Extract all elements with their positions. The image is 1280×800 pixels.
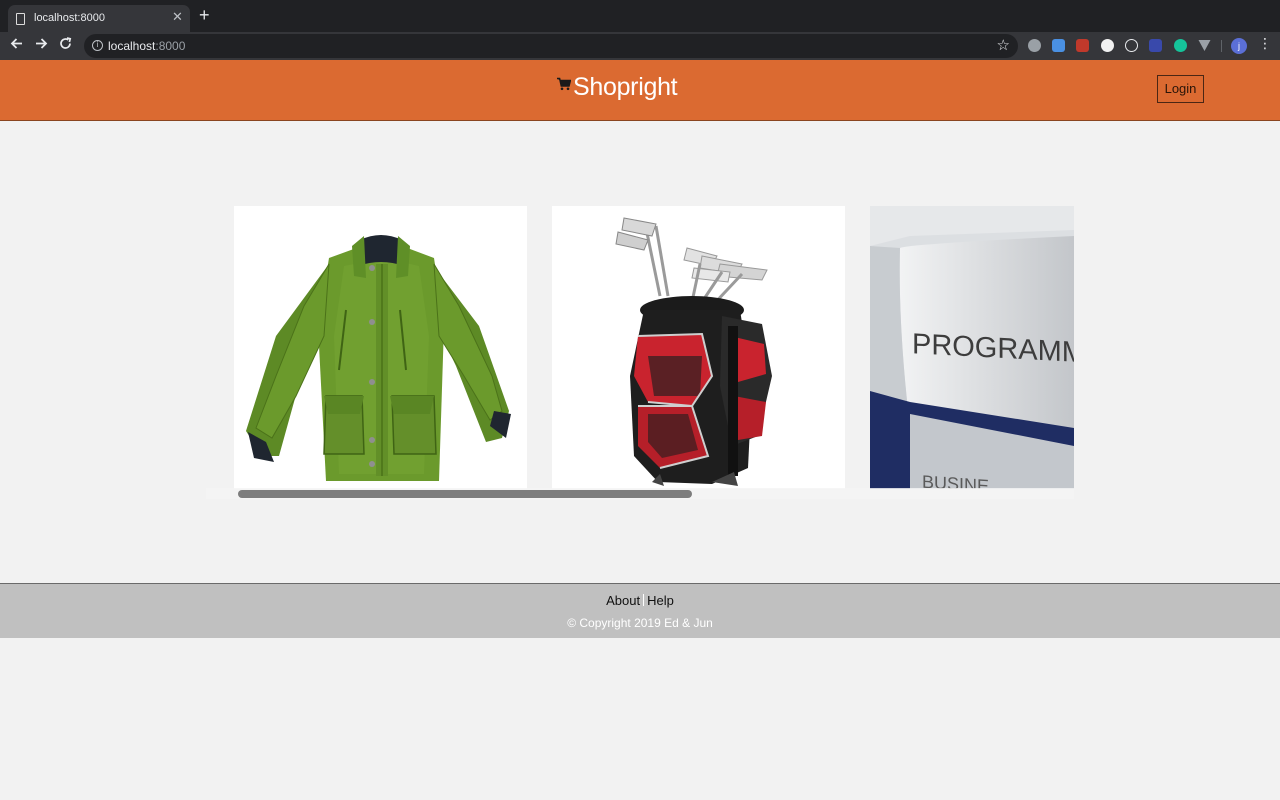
- product-card[interactable]: PROGRAMMING BUSINE: [870, 206, 1074, 489]
- site-footer: About Help © Copyright 2019 Ed & Jun: [0, 583, 1280, 638]
- url-text: localhost:8000: [108, 39, 186, 53]
- plus-icon[interactable]: +: [199, 6, 210, 24]
- extension-code-icon[interactable]: [1052, 39, 1065, 52]
- file-icon: [16, 13, 25, 25]
- copyright-text: © Copyright 2019 Ed & Jun: [567, 616, 713, 630]
- extension-cors-icon[interactable]: [1076, 39, 1089, 52]
- app-header: Shopright Login: [0, 60, 1280, 121]
- browser-tab[interactable]: localhost:8000 ✕: [8, 5, 190, 32]
- profile-avatar[interactable]: j: [1231, 38, 1247, 54]
- extension-circle-icon[interactable]: [1101, 39, 1114, 52]
- carousel-scrollbar[interactable]: [206, 488, 1074, 499]
- info-icon[interactable]: i: [92, 40, 103, 51]
- help-link[interactable]: Help: [647, 593, 674, 608]
- back-arrow-icon[interactable]: [10, 37, 23, 54]
- browser-toolbar: i localhost:8000 ☆ j ⋮: [0, 32, 1280, 60]
- login-button[interactable]: Login: [1157, 75, 1204, 103]
- extension-wordpress-icon[interactable]: [1028, 39, 1041, 52]
- browser-tabstrip: localhost:8000 ✕ +: [0, 0, 1280, 32]
- programming-book-image: PROGRAMMING BUSINE: [870, 206, 1074, 489]
- extension-react-icon[interactable]: [1125, 39, 1138, 52]
- golf-bag-image: [615, 217, 772, 486]
- product-card[interactable]: [552, 206, 845, 489]
- address-bar[interactable]: i localhost:8000 ☆: [84, 34, 1018, 58]
- about-link[interactable]: About: [606, 593, 640, 608]
- product-carousel[interactable]: PROGRAMMING BUSINE: [206, 205, 1074, 499]
- extension-grammarly-icon[interactable]: [1174, 39, 1187, 52]
- green-jacket-image: [246, 235, 511, 481]
- forward-arrow-icon[interactable]: [35, 37, 48, 54]
- extension-redux-icon[interactable]: [1149, 39, 1162, 52]
- brand-name: Shopright: [573, 73, 678, 101]
- footer-divider: [643, 594, 645, 606]
- extension-vue-icon[interactable]: [1198, 39, 1211, 52]
- footer-links: About Help: [0, 593, 1280, 608]
- close-icon[interactable]: ✕: [172, 9, 183, 25]
- brand-link[interactable]: Shopright: [557, 73, 678, 102]
- shopping-cart-icon: [557, 77, 571, 91]
- reload-icon[interactable]: [59, 37, 72, 54]
- menu-dots-icon[interactable]: ⋮: [1258, 36, 1272, 52]
- toolbar-divider: [1221, 40, 1222, 52]
- product-card[interactable]: [234, 206, 527, 489]
- scrollbar-thumb[interactable]: [238, 490, 692, 498]
- star-icon[interactable]: ☆: [997, 36, 1010, 54]
- tab-title: localhost:8000: [34, 12, 105, 24]
